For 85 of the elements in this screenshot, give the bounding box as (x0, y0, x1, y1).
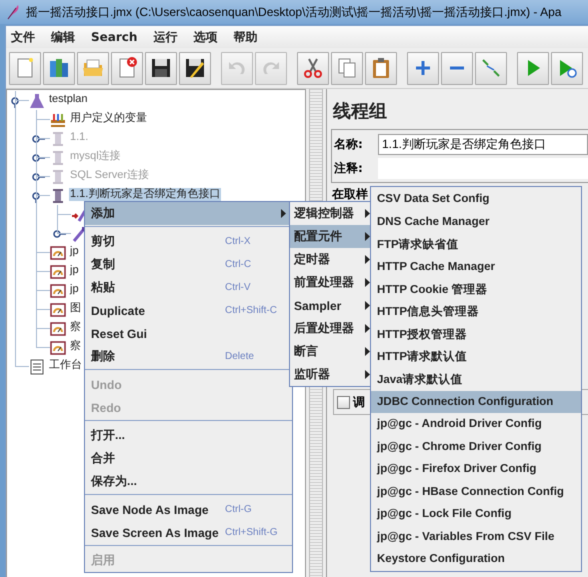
field-label: 注释: (334, 160, 364, 176)
menu-item[interactable]: HTTP信息头管理器 (371, 300, 581, 323)
submenu-arrow-icon (365, 255, 370, 264)
menu-item[interactable]: 帮助 (232, 28, 258, 46)
gauge-icon (50, 321, 66, 337)
menu-item[interactable]: Save Node As Image Ctrl-G (85, 498, 292, 521)
floppy-pencil-icon (183, 56, 207, 80)
books-icon (47, 56, 71, 80)
menu-item[interactable]: jp@gc - Variables From CSV File (371, 526, 581, 548)
minus-icon (449, 66, 465, 70)
feather-icon (6, 4, 20, 20)
menu-item[interactable]: Java请求默认值 (371, 368, 581, 390)
menu-item[interactable]: HTTP授权管理器 (371, 323, 581, 346)
menu-item[interactable]: 选项 (192, 28, 218, 46)
menu-item[interactable]: 逻辑控制器 (290, 202, 372, 225)
menu-item[interactable]: FTP请求缺省值 (371, 233, 581, 256)
gauge-icon (50, 264, 66, 280)
submenu-arrow-icon (365, 278, 370, 287)
menu-item[interactable]: Search (90, 30, 138, 44)
spool-icon (50, 188, 66, 204)
menu-item[interactable]: HTTP Cookie 管理器 (371, 278, 581, 300)
menu-item[interactable]: 断言 (290, 340, 372, 363)
submenu-arrow-icon (365, 347, 370, 356)
name-field[interactable]: 1.1.判断玩家是否绑定角色接口 (378, 134, 588, 154)
menu-item[interactable]: HTTP Cache Manager (371, 256, 581, 278)
menu-item[interactable]: jp@gc - Android Driver Config (371, 413, 581, 436)
menu-item[interactable]: JDBC Connection Configuration (371, 390, 581, 413)
tree-item[interactable]: 用户定义的变量 (69, 112, 148, 125)
menu-item[interactable]: 编辑 (50, 28, 76, 46)
menu-item[interactable]: 后置处理器 (290, 317, 372, 340)
toolbar-button[interactable] (145, 52, 177, 84)
menu-item[interactable]: jp@gc - Lock File Config (371, 503, 581, 526)
tree-item[interactable]: testplan (48, 93, 89, 106)
menu-item[interactable]: 定时器 (290, 248, 372, 271)
menu-item[interactable]: 监听器 (290, 363, 372, 386)
menu-item[interactable]: 配置元件 (290, 225, 372, 248)
gauge-icon (50, 340, 66, 356)
menu-item[interactable]: HTTP请求默认值 (371, 346, 581, 368)
menu-item[interactable]: 前置处理器 (290, 271, 372, 294)
rack-icon (50, 112, 66, 128)
menu-item[interactable]: 删除 Delete (85, 345, 292, 368)
group-label: 在取样 (332, 187, 368, 201)
menu-item[interactable]: Duplicate Ctrl+Shift-C (85, 299, 292, 322)
gauge-icon (50, 245, 66, 261)
tree-item[interactable]: 工作台 (48, 359, 83, 372)
menu-item[interactable]: jp@gc - Chrome Driver Config (371, 436, 581, 458)
menu-item[interactable]: Save Screen As Image Ctrl+Shift-G (85, 521, 292, 544)
submenu-arrow-icon (365, 370, 370, 379)
menu-item[interactable]: jp@gc - HBase Connection Config (371, 480, 581, 503)
field-label: 名称: (334, 136, 364, 152)
menu-item[interactable]: Reset Gui (85, 322, 292, 345)
tree-item[interactable]: jp (69, 245, 80, 258)
menu-item[interactable]: Sampler (290, 294, 372, 317)
menu-item[interactable]: 合并 (85, 447, 292, 470)
toolbar-button[interactable] (179, 52, 211, 84)
tree-item[interactable]: jp (69, 283, 80, 296)
scissors-icon (301, 56, 325, 80)
menu-item[interactable]: 运行 (152, 28, 178, 46)
submenu-arrow-icon (365, 232, 370, 241)
tree-item[interactable]: 图 (69, 302, 82, 315)
tree-item[interactable]: 察 (69, 340, 82, 353)
menu-item[interactable]: Keystore Configuration (371, 548, 581, 570)
menu-item[interactable]: 文件 (10, 28, 36, 46)
submenu-arrow-icon (365, 324, 370, 333)
tree-item[interactable]: 察 (69, 321, 82, 334)
submenu-arrow-icon (365, 301, 370, 310)
window-title: 摇一摇活动接口.jmx (C:\Users\caosenquan\Desktop\活动测试\摇一摇活动\摇一摇活动接口.jmx) - Apa (26, 4, 562, 20)
tree-item[interactable]: 1.1.判断玩家是否绑定角色接口 (69, 188, 222, 201)
menu-item[interactable]: jp@gc - Firefox Driver Config (371, 458, 581, 480)
menu-item[interactable]: 保存为... (85, 470, 292, 493)
menu-item[interactable]: DNS Cache Manager (371, 210, 581, 233)
menu-item[interactable]: 添加 (85, 202, 292, 225)
checkbox-label: 调 (353, 394, 365, 410)
menu-item[interactable]: 复制 Ctrl-C (85, 253, 292, 276)
checkbox[interactable] (337, 396, 350, 408)
gauge-icon (50, 302, 66, 318)
menu-item[interactable]: 剪切 Ctrl-X (85, 230, 292, 253)
gauge-icon (50, 283, 66, 299)
tree-item[interactable]: jp (69, 264, 80, 277)
submenu-arrow-icon (365, 209, 370, 218)
menu-item[interactable]: 粘贴 Ctrl-V (85, 276, 292, 299)
notepad-icon (29, 359, 45, 375)
panel-title: 线程组 (333, 100, 388, 123)
menu-item[interactable]: CSV Data Set Config (371, 188, 581, 210)
menu-item[interactable]: 打开... (85, 424, 292, 447)
